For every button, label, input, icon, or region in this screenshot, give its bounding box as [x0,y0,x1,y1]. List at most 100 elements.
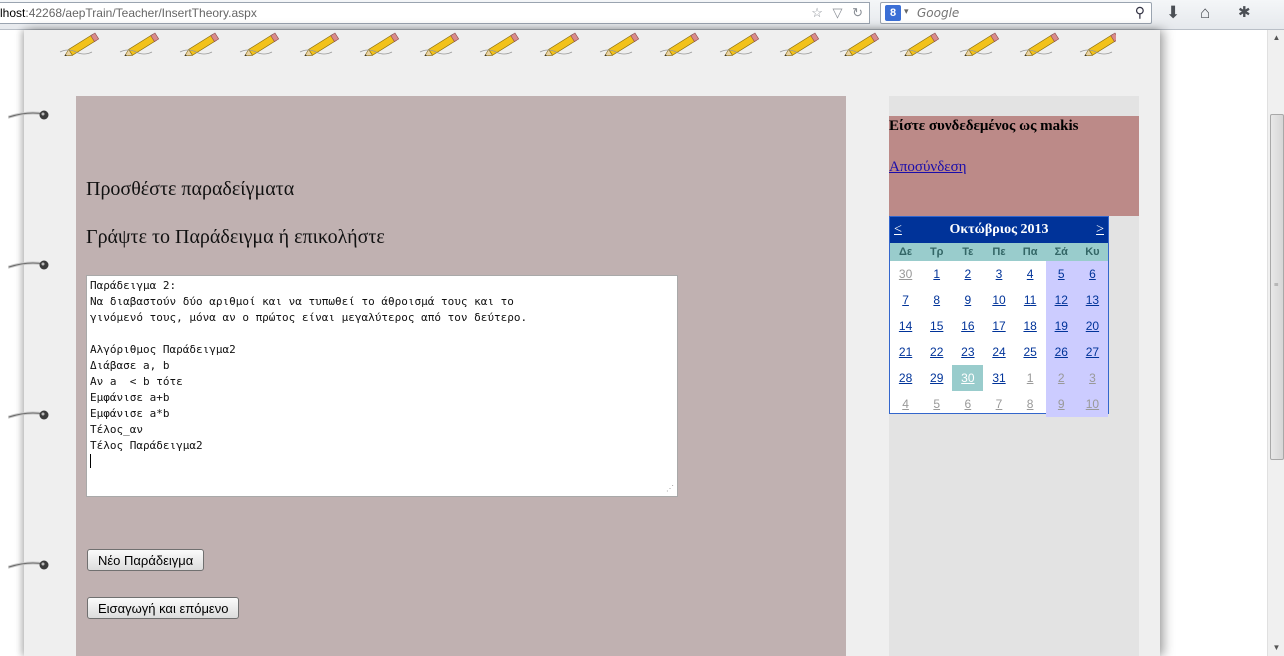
calendar-day-label: 30 [898,267,913,281]
calendar-day[interactable]: 25 [1015,339,1046,365]
search-box[interactable]: 8 ▾ ⚲ [880,2,1152,24]
scroll-up-arrow-icon[interactable]: ▲ [1268,30,1284,46]
calendar-day[interactable]: 27 [1076,339,1108,365]
calendar-day-label: 10 [1085,397,1100,411]
calendar-day[interactable]: 21 [890,339,921,365]
calendar-day-label: 7 [902,293,909,307]
calendar-day-label: 28 [898,371,913,385]
pencil-icon [778,32,828,57]
calendar-day[interactable]: 12 [1045,287,1077,313]
pencil-icon [898,32,948,57]
address-bar[interactable]: lhost:42268/aepTrain/Teacher/InsertTheor… [0,2,870,24]
new-example-button[interactable]: Νέο Παράδειγμα [87,549,205,571]
calendar-day[interactable]: 24 [983,339,1014,365]
calendar-day-label: 29 [930,371,944,385]
calendar-day[interactable]: 7 [890,287,921,313]
calendar-day-label: 4 [1026,267,1034,281]
calendar-day-header: Τε [952,243,984,261]
calendar-day[interactable]: 4 [1015,261,1046,287]
calendar-day[interactable]: 6 [952,391,983,417]
calendar-day[interactable]: 15 [921,313,952,339]
calendar-day[interactable]: 30 [890,261,921,287]
calendar-day-label: 1 [933,267,941,281]
calendar-day[interactable]: 22 [921,339,952,365]
calendar-day-label: 12 [1054,293,1068,307]
calendar-day[interactable]: 30 [952,365,984,391]
scroll-thumb[interactable]: ≡ [1270,114,1284,460]
calendar-day[interactable]: 5 [921,391,952,417]
home-icon[interactable]: ⌂ [1200,3,1210,23]
calendar-day[interactable]: 9 [1045,391,1077,417]
calendar-day-label: 23 [961,345,975,359]
pencil-icon [658,32,708,57]
calendar-day[interactable]: 10 [1076,391,1108,417]
scroll-down-arrow-icon[interactable]: ▼ [1268,640,1284,656]
calendar-day[interactable]: 29 [921,365,952,391]
calendar-day[interactable]: 8 [921,287,952,313]
scroll-grip-icon: ≡ [1274,280,1279,289]
calendar-grid: Δε Τρ Τε Πε Πα Σά Κυ 30 1 2 3 4 5 6 7 8 9 10 11 12 13 14 15 16… [890,243,1108,417]
bug-icon[interactable]: ✱ [1238,3,1251,23]
calendar-day[interactable]: 3 [1076,365,1108,391]
calendar-day[interactable]: 3 [983,261,1014,287]
logout-link[interactable]: Αποσύνδεση [889,159,967,176]
google-icon[interactable]: 8 [885,5,901,21]
calendar-day-label: 7 [995,397,1003,411]
vertical-scrollbar[interactable]: ▲ ≡ ▼ [1267,30,1284,656]
search-input[interactable] [917,4,1117,22]
download-icon[interactable]: ⬇ [1166,3,1180,23]
calendar-day[interactable]: 2 [1045,365,1077,391]
calendar-day[interactable]: 8 [1015,391,1046,417]
calendar-day[interactable]: 13 [1076,287,1108,313]
calendar-day[interactable]: 19 [1045,313,1077,339]
pencil-icon [718,32,768,57]
calendar-header: < Οκτώβριος 2013 > [890,217,1108,243]
write-example-heading: Γράψτε το Παράδειγμα ή επικολήστε [86,226,385,248]
calendar-day[interactable]: 7 [983,391,1014,417]
calendar: < Οκτώβριος 2013 > Δε Τρ Τε Πε Πα Σά Κυ 30 1 2 3 4… [889,216,1109,417]
resize-grip-icon[interactable]: ⋰ [666,485,674,493]
calendar-day[interactable]: 9 [952,287,983,313]
calendar-day-header: Τρ [921,243,953,261]
calendar-day[interactable]: 23 [952,339,983,365]
calendar-day-label: 13 [1085,293,1100,307]
calendar-day-headers: Δε Τρ Τε Πε Πα Σά Κυ [890,243,1108,261]
calendar-day[interactable]: 10 [983,287,1014,313]
calendar-day[interactable]: 26 [1045,339,1077,365]
calendar-day[interactable]: 17 [983,313,1014,339]
calendar-day[interactable]: 28 [890,365,921,391]
calendar-day-label: 19 [1054,319,1068,333]
example-text-content: Παράδειγμα 2: Να διαβαστούν δύο αριθμοί … [90,279,528,452]
calendar-next-month[interactable]: > [1096,222,1104,238]
browser-toolbar: lhost:42268/aepTrain/Teacher/InsertTheor… [0,0,1284,30]
search-engine-dropdown-icon[interactable]: ▾ [904,6,909,17]
calendar-day-label: 26 [1054,345,1068,359]
calendar-day[interactable]: 1 [921,261,952,287]
calendar-day[interactable]: 1 [1015,365,1046,391]
calendar-day-label: 25 [1023,345,1037,359]
calendar-day[interactable]: 31 [983,365,1014,391]
insert-next-button[interactable]: Εισαγωγή και επόμενο [87,597,240,619]
calendar-day[interactable]: 16 [952,313,983,339]
calendar-day-label: 9 [1057,397,1065,411]
calendar-day-label: 16 [961,319,975,333]
pencil-icon [238,32,288,57]
calendar-day[interactable]: 6 [1076,261,1108,287]
calendar-day[interactable]: 4 [890,391,921,417]
calendar-day[interactable]: 20 [1076,313,1108,339]
refresh-icon[interactable]: ↻ [852,5,863,20]
calendar-day[interactable]: 14 [890,313,921,339]
calendar-day-label: 22 [930,345,944,359]
star-icon[interactable]: ☆ [811,5,823,20]
calendar-week-row: 7 8 9 10 11 12 13 [890,287,1108,313]
dropdown-arrow-icon[interactable]: ▽ [832,5,842,20]
example-textarea[interactable]: Παράδειγμα 2: Να διαβαστούν δύο αριθμοί … [86,275,678,497]
pencil-icon [598,32,648,57]
search-icon[interactable]: ⚲ [1135,4,1145,21]
calendar-day[interactable]: 5 [1045,261,1077,287]
calendar-day-label: 11 [1023,293,1037,307]
calendar-day[interactable]: 2 [952,261,983,287]
calendar-day-label: 9 [964,293,972,307]
calendar-day[interactable]: 11 [1015,287,1046,313]
calendar-day[interactable]: 18 [1015,313,1046,339]
